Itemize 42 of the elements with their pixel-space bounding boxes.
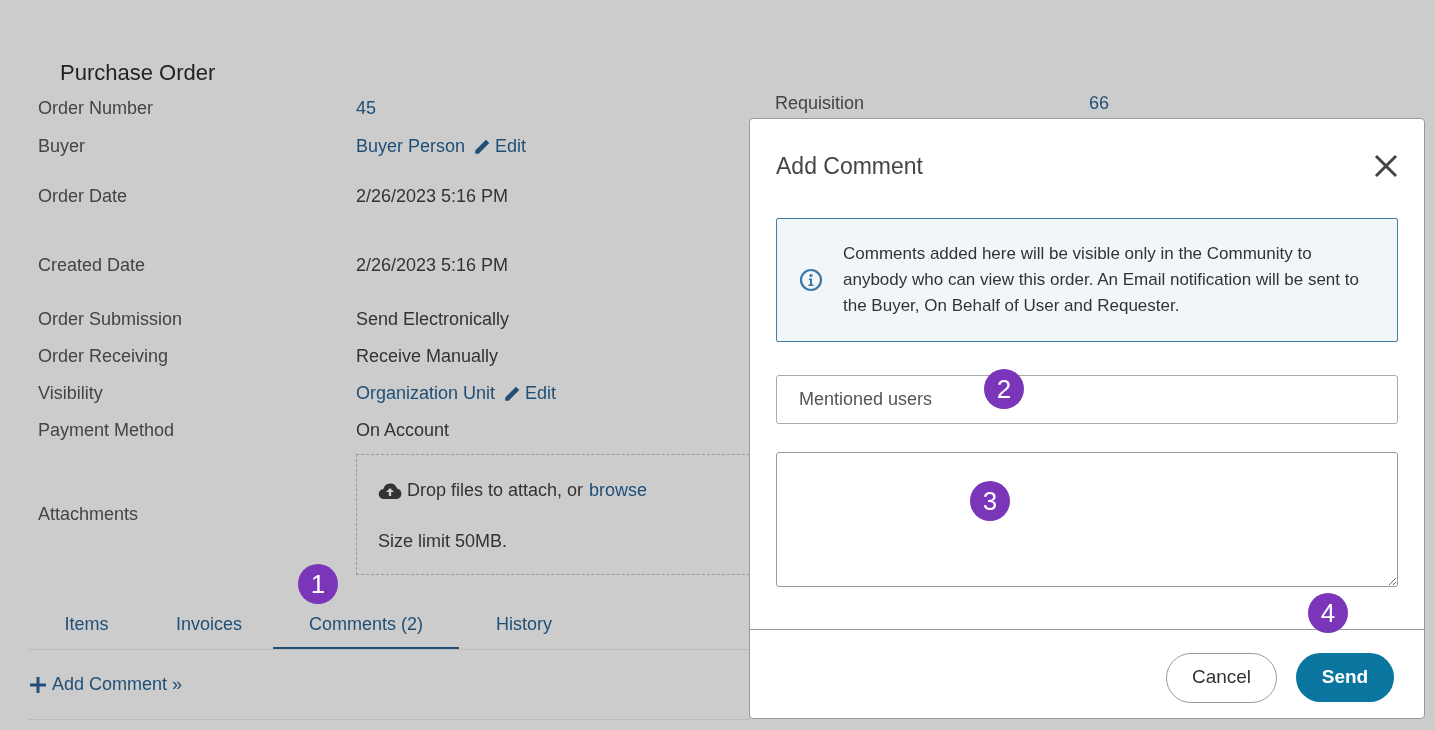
field-value: Send Electronically (356, 308, 510, 331)
plus-icon (30, 676, 46, 693)
field-label: Order Receiving (37, 345, 170, 368)
page-title: Purchase Order (59, 59, 217, 87)
field-label: Order Date (37, 185, 129, 208)
field-label: Requisition (775, 93, 866, 113)
close-button[interactable] (1374, 154, 1398, 179)
add-comment-link[interactable]: Add Comment » (30, 671, 183, 698)
pencil-icon (503, 384, 522, 403)
field-value: 2/26/2023 5:16 PM (356, 254, 509, 277)
edit-link[interactable]: Edit (503, 380, 557, 407)
field-value-link[interactable]: Buyer Person (356, 133, 466, 160)
requisition-link[interactable]: 66 (1089, 93, 1110, 113)
info-icon (799, 267, 823, 292)
dialog-title: Add Comment (776, 152, 923, 181)
field-label: Buyer (37, 135, 87, 158)
close-icon (1374, 154, 1398, 179)
send-button[interactable]: Send (1296, 653, 1394, 702)
field-label: Order Submission (37, 308, 184, 331)
tab[interactable]: Invoices (145, 601, 273, 649)
field-label: Order Number (37, 97, 155, 120)
field-label: Attachments (37, 503, 140, 526)
browse-link[interactable]: browse (589, 477, 648, 504)
cancel-button[interactable]: Cancel (1166, 652, 1277, 703)
pencil-icon (473, 137, 492, 156)
size-limit-note: Size limit 50MB. (378, 530, 509, 553)
field-value: On Account (356, 419, 450, 442)
tab[interactable]: Items (28, 601, 145, 649)
order-number-link[interactable]: 45 (356, 95, 377, 122)
edit-link[interactable]: Edit (473, 133, 527, 160)
field-label: Visibility (37, 382, 104, 405)
step-badge: 1 (298, 564, 338, 604)
field-label: Created Date (37, 254, 147, 277)
field-label: Payment Method (37, 419, 176, 442)
tab[interactable]: History (459, 601, 589, 649)
comment-field[interactable] (776, 451, 1398, 587)
drop-prompt: Drop files to attach, or (407, 479, 584, 502)
field-value: 2/26/2023 5:16 PM (356, 185, 509, 208)
cloud-upload-icon (378, 481, 402, 500)
field-value: Receive Manually (356, 345, 499, 368)
field-value-link[interactable]: Organization Unit (356, 380, 496, 407)
info-message: Comments added here will be visible only in the Community to anybody who can view this order. An Email notification will be sent to the Buyer, On Behalf of User and Requester. (843, 242, 1360, 317)
